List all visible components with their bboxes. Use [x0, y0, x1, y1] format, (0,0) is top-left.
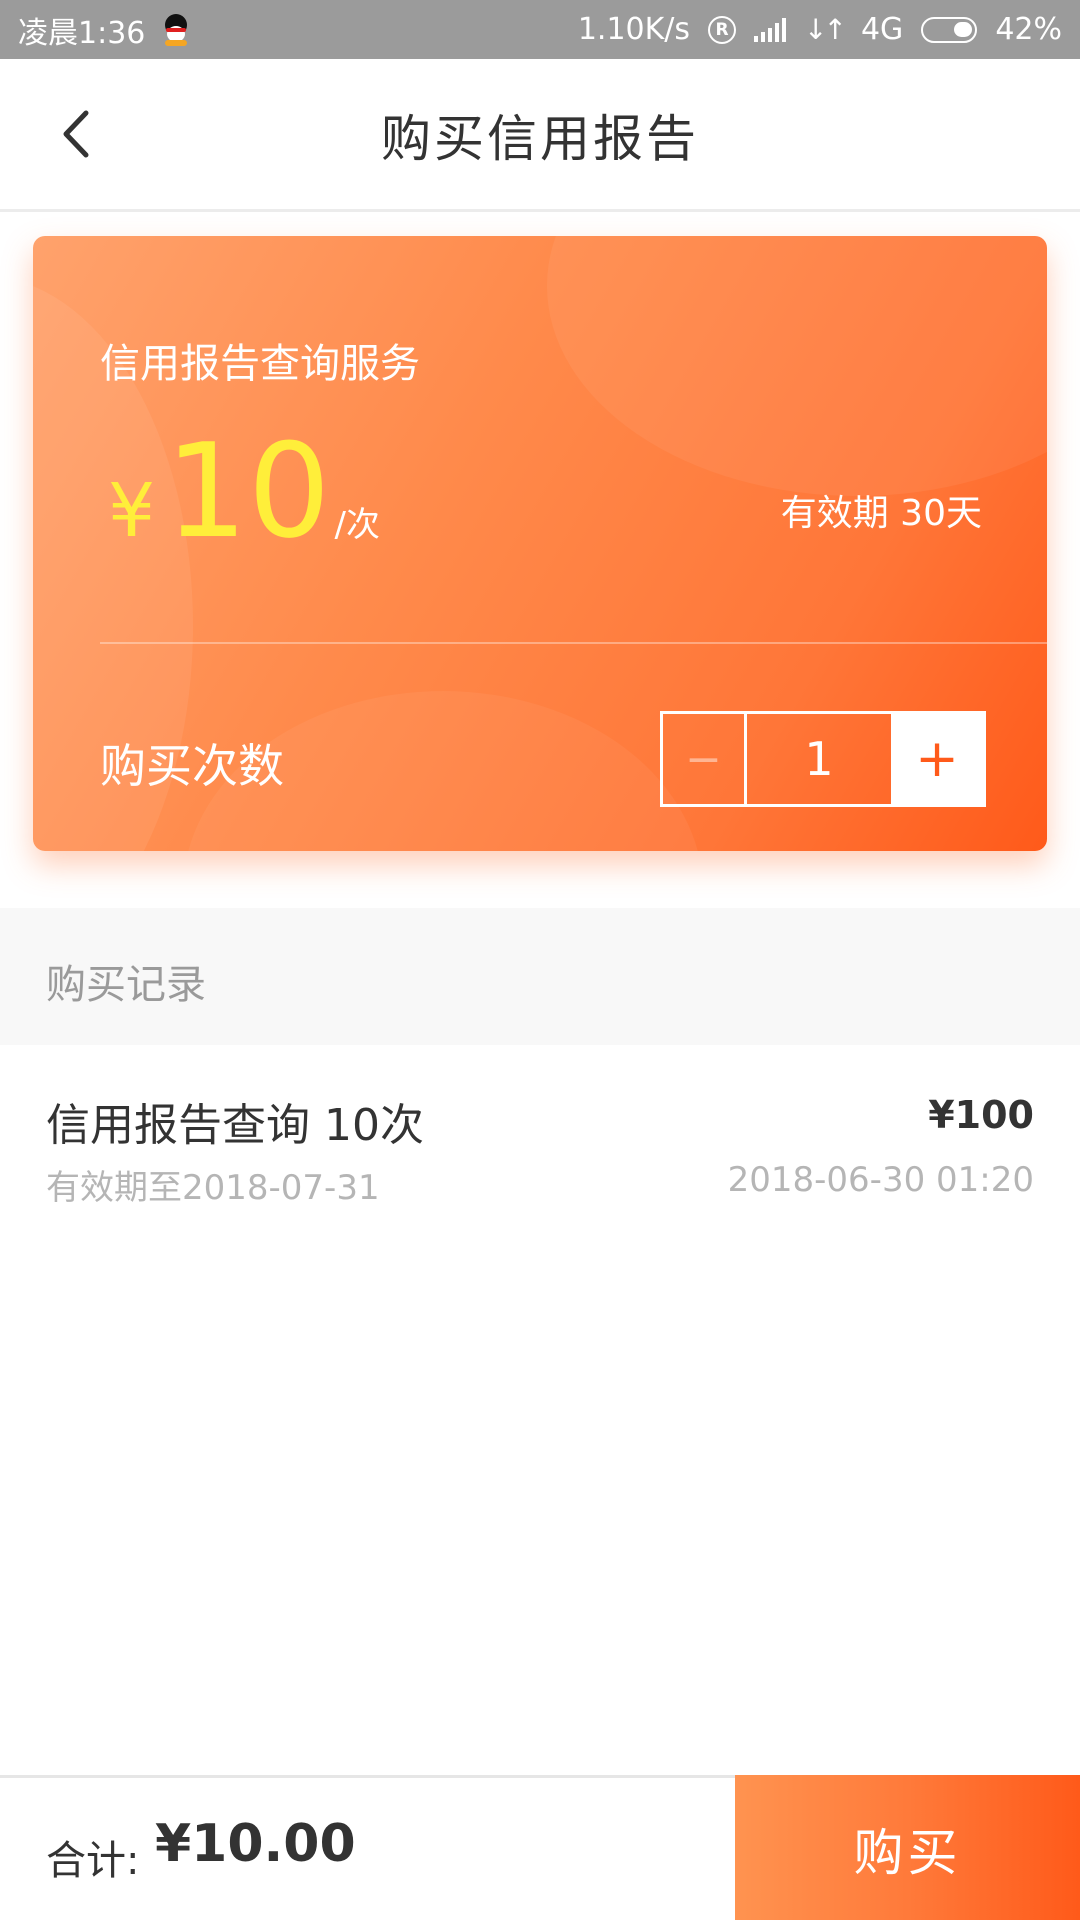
- card-decoration: [547, 236, 1047, 496]
- bottom-bar: 合计: ¥10.00 购买: [0, 1775, 1080, 1920]
- network-type: 4G: [860, 12, 904, 47]
- record-name: 信用报告查询 10次: [46, 1100, 424, 1151]
- increment-button[interactable]: +: [891, 714, 983, 804]
- registered-icon: R: [708, 15, 737, 44]
- buy-button[interactable]: 购买: [735, 1775, 1080, 1920]
- record-price: ¥100: [928, 1093, 1034, 1137]
- card-divider: [100, 642, 1047, 644]
- list-item[interactable]: 信用报告查询 10次 ¥100 有效期至2018-07-31 2018-06-3…: [0, 1045, 1080, 1215]
- status-right: 1.10K/s R ↓↑ 4G 42%: [578, 12, 1062, 47]
- records-header: 购买记录: [0, 908, 1080, 1045]
- status-left: 凌晨1:36: [18, 8, 189, 52]
- status-bar: 凌晨1:36 1.10K/s R ↓↑ 4G 42%: [0, 0, 1080, 59]
- records-title: 购买记录: [46, 962, 206, 1008]
- service-name: 信用报告查询服务: [100, 341, 420, 387]
- quantity-label: 购买次数: [100, 739, 284, 793]
- qq-icon: [163, 13, 189, 46]
- network-speed: 1.10K/s: [577, 12, 691, 47]
- record-time: 2018-06-30 01:20: [727, 1160, 1034, 1200]
- price-unit: /次: [334, 505, 380, 545]
- total-amount: ¥10.00: [155, 1814, 356, 1874]
- price-currency: ¥: [108, 468, 156, 554]
- data-transfer-icon: ↓↑: [804, 13, 847, 46]
- quantity-value[interactable]: 1: [747, 714, 891, 804]
- product-card: 信用报告查询服务 ¥ 10 /次 有效期 30天 购买次数 − 1 +: [33, 236, 1047, 851]
- price-amount: 10: [165, 415, 331, 567]
- signal-icon: [754, 17, 787, 42]
- battery-level: 42%: [995, 12, 1062, 47]
- price: ¥ 10 /次: [108, 426, 380, 556]
- decrement-button[interactable]: −: [663, 714, 747, 804]
- validity-period: 有效期 30天: [780, 493, 982, 534]
- record-expiry: 有效期至2018-07-31: [46, 1168, 380, 1208]
- status-time: 凌晨1:36: [18, 15, 146, 51]
- total-label: 合计:: [46, 1838, 140, 1884]
- quantity-stepper: − 1 +: [660, 711, 986, 807]
- battery-icon: [921, 16, 978, 43]
- page-title: 购买信用报告: [381, 110, 699, 168]
- nav-bar: 购买信用报告: [0, 59, 1080, 212]
